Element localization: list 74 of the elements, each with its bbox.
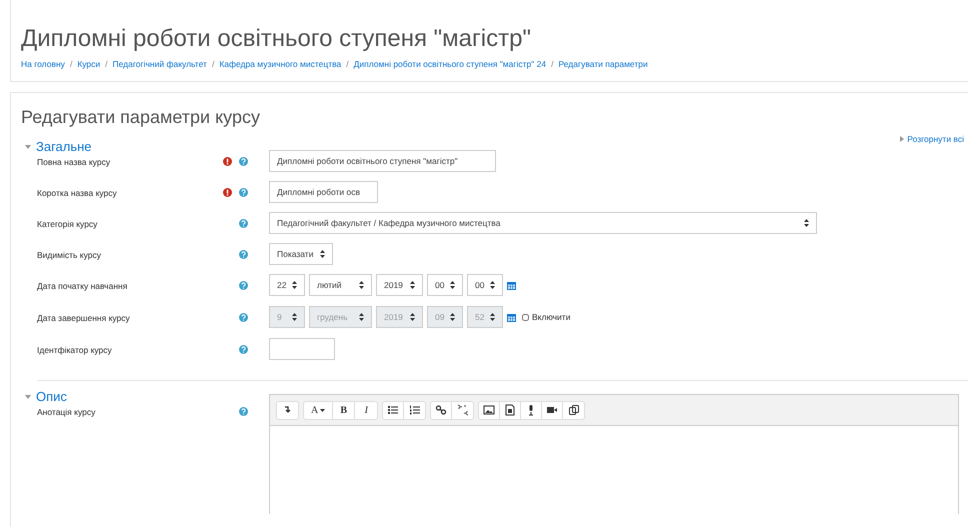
- breadcrumb-link[interactable]: Педагогічний факультет: [112, 58, 207, 71]
- help-icon: [239, 406, 248, 416]
- bold-button[interactable]: B: [333, 402, 356, 418]
- help-icon: [239, 218, 248, 228]
- breadcrumb-link[interactable]: Дипломні роботи освітнього ступеня "магістр" 24: [354, 58, 546, 71]
- exclamation-icon: [223, 156, 232, 166]
- help-icon: [239, 250, 248, 258]
- sort-caret-icon: [359, 313, 364, 321]
- select-field[interactable]: 00: [467, 274, 503, 296]
- sort-caret-icon: [320, 250, 325, 258]
- breadcrumb-separator: /: [212, 58, 214, 71]
- breadcrumb-separator: /: [551, 58, 554, 71]
- video-camera-icon: [546, 404, 558, 416]
- caret-down-icon: [320, 408, 326, 412]
- breadcrumb-link[interactable]: Курси: [77, 58, 100, 71]
- expand-all-link[interactable]: Розгорнути всі: [900, 133, 964, 146]
- breadcrumb-separator: /: [70, 58, 72, 71]
- field-label: Повна назва курсу: [37, 156, 112, 168]
- checkbox-label: Включити: [532, 310, 570, 324]
- page-title: Дипломні роботи освітнього ступеня "магістр": [21, 24, 532, 54]
- image-icon: [483, 404, 496, 416]
- section-toggle[interactable]: Загальне: [25, 139, 92, 155]
- select-field[interactable]: Показати: [269, 243, 333, 265]
- document-icon: [504, 404, 516, 416]
- text-field[interactable]: Дипломні роботи освітнього ступеня "магістр": [269, 150, 496, 172]
- text-field[interactable]: [269, 338, 335, 360]
- field-label: Дата завершення курсу: [37, 312, 131, 324]
- calendar-icon: [507, 280, 516, 290]
- copy-icon: [568, 404, 580, 416]
- field-label: Видимість курсу: [37, 249, 102, 261]
- breadcrumb-link[interactable]: Кафедра музичного мистецтва: [219, 58, 342, 71]
- field-label: Ідентфікатор курсу: [37, 344, 113, 356]
- caret-down-icon: [25, 394, 31, 400]
- breadcrumb-separator: /: [346, 58, 349, 71]
- help-icon: [239, 344, 248, 354]
- numbered-list-icon: [408, 404, 421, 416]
- link-icon: [435, 404, 448, 416]
- exclamation-icon: [223, 188, 232, 196]
- select-field[interactable]: 2019: [376, 274, 423, 296]
- sort-caret-icon: [490, 281, 495, 289]
- field-label: Коротка назва курсу: [37, 187, 118, 199]
- sort-caret-icon: [450, 281, 455, 289]
- text-field[interactable]: Дипломні роботи осв: [269, 181, 378, 203]
- help-icon: [239, 280, 248, 290]
- calendar-icon: [507, 312, 516, 322]
- caret-down-icon: [25, 144, 31, 150]
- sort-caret-icon: [292, 313, 297, 321]
- help-icon: [239, 312, 248, 322]
- field-label: Категорія курсу: [37, 218, 98, 230]
- select-field[interactable]: 22: [269, 274, 305, 296]
- field-label: Дата початку навчання: [37, 280, 128, 292]
- field-label: Анотація курсу: [37, 406, 96, 418]
- sort-caret-icon: [292, 281, 297, 289]
- help-icon: [239, 188, 248, 196]
- breadcrumb-separator: /: [105, 58, 108, 71]
- sort-caret-icon: [450, 313, 455, 321]
- help-icon: [239, 156, 248, 166]
- sort-caret-icon: [359, 281, 364, 289]
- triangle-icon: [900, 136, 904, 142]
- font-color-button[interactable]: A: [304, 402, 334, 418]
- select-field[interactable]: 00: [427, 274, 463, 296]
- broken-link-icon: [456, 404, 469, 416]
- sort-caret-icon: [804, 219, 809, 227]
- select-field[interactable]: Педагогічний факультет / Кафедра музичного мистецтва: [269, 212, 817, 234]
- sort-caret-icon: [490, 313, 495, 321]
- section-toggle[interactable]: Опис: [25, 389, 67, 405]
- breadcrumb-link[interactable]: На головну: [21, 58, 65, 71]
- form-title: Редагувати параметри курсу: [21, 106, 261, 129]
- bulleted-list-icon: [387, 404, 400, 416]
- italic-button[interactable]: I: [355, 402, 378, 418]
- select-field[interactable]: лютий: [309, 274, 372, 296]
- sort-caret-icon: [410, 281, 415, 289]
- sort-caret-icon: [410, 313, 415, 321]
- breadcrumb-link[interactable]: Редагувати параметри: [558, 58, 648, 71]
